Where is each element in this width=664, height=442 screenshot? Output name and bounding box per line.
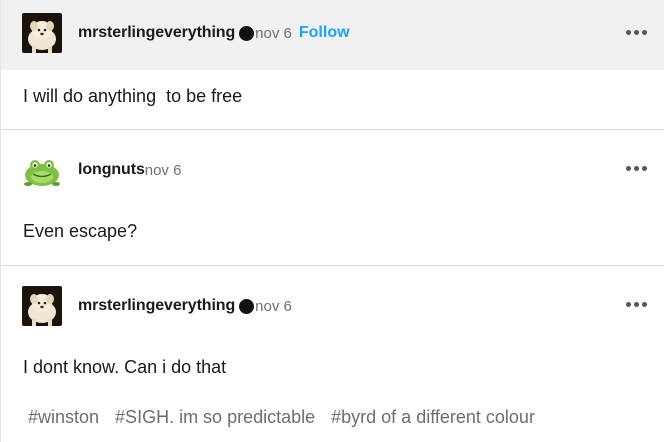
moon-badge-icon	[239, 298, 255, 314]
more-options-icon[interactable]	[626, 30, 647, 35]
post-2: longnuts nov 6 Even escape?	[0, 130, 664, 266]
post-header: mrsterlingeverything nov 6	[1, 266, 664, 336]
avatar[interactable]	[22, 13, 62, 53]
avatar[interactable]	[22, 150, 62, 190]
tag[interactable]: #byrd of a different colour	[331, 407, 535, 428]
post-meta: mrsterlingeverything nov 6 Follow	[78, 24, 350, 42]
post-date: nov 6	[255, 24, 292, 42]
post-header: longnuts nov 6	[1, 130, 664, 200]
tag[interactable]: #winston	[28, 407, 99, 428]
dog-avatar-icon	[22, 13, 62, 53]
avatar[interactable]	[22, 286, 62, 326]
post-text: Even escape?	[23, 221, 138, 241]
post-text: I dont know. Can i do that	[23, 357, 227, 377]
post-meta: longnuts nov 6	[78, 161, 181, 179]
post-text: I will do anything to be free	[23, 86, 243, 106]
username[interactable]: mrsterlingeverything	[78, 24, 235, 42]
follow-button[interactable]: Follow	[299, 24, 350, 42]
username[interactable]: mrsterlingeverything	[78, 297, 235, 315]
more-options-icon[interactable]	[626, 166, 647, 171]
moon-badge-icon	[239, 25, 255, 41]
tag[interactable]: #SIGH. im so predictable	[115, 407, 315, 428]
frog-avatar-icon	[22, 150, 62, 190]
username[interactable]: longnuts	[78, 161, 145, 179]
tag-list: #winston #SIGH. im so predictable #byrd …	[28, 407, 535, 428]
post-3: mrsterlingeverything nov 6 I dont know. …	[0, 266, 664, 442]
dog-avatar-icon	[22, 286, 62, 326]
more-options-icon[interactable]	[626, 302, 647, 307]
post-header: mrsterlingeverything nov 6 Follow	[1, 0, 664, 70]
post-date: nov 6	[255, 297, 292, 315]
post-date: nov 6	[144, 161, 182, 179]
post-meta: mrsterlingeverything nov 6	[78, 297, 292, 315]
post-1: mrsterlingeverything nov 6 Follow I will…	[0, 0, 664, 130]
